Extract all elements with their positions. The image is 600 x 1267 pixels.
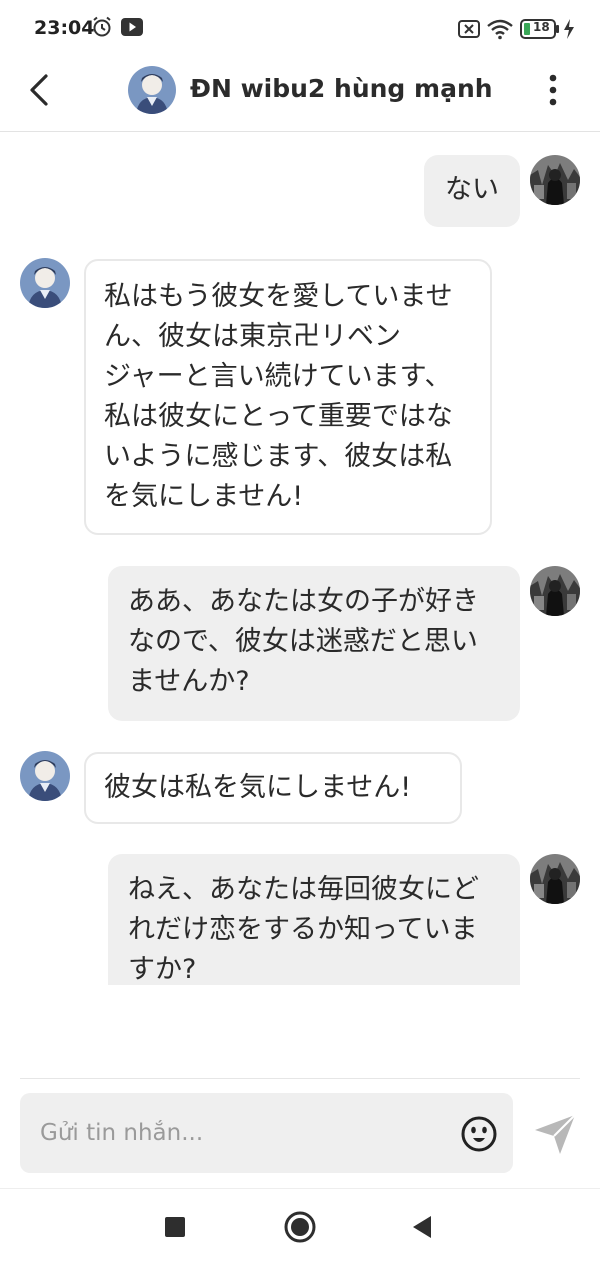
youtube-icon xyxy=(120,16,144,42)
message-line: れだけ恋をするか知っていま xyxy=(128,914,478,945)
message-composer xyxy=(20,1093,513,1173)
back-button[interactable] xyxy=(22,70,62,110)
outgoing-message[interactable]: ああ、あなたは女の子が好き なので、彼女は迷惑だと思い ませんか? xyxy=(108,566,520,721)
incoming-message[interactable]: 彼女は私を気にしません! xyxy=(84,752,462,824)
contact-message-avatar[interactable] xyxy=(20,258,70,308)
nav-recents-button[interactable] xyxy=(159,1211,191,1243)
message-input[interactable] xyxy=(40,1115,440,1151)
my-avatar[interactable] xyxy=(530,566,580,616)
message-line: 私はもう彼女を愛していませ xyxy=(104,281,453,312)
status-bar: 23:04 18 xyxy=(0,0,600,58)
message-line: ませんか? xyxy=(128,666,250,697)
chat-header: ĐN wibu2 hùng mạnh xyxy=(0,58,600,132)
system-nav-bar xyxy=(0,1188,600,1267)
alarm-icon xyxy=(92,16,112,42)
more-options-button[interactable] xyxy=(538,70,568,110)
contact-avatar[interactable] xyxy=(128,66,176,114)
message-line: なので、彼女は迷惑だと思い xyxy=(128,626,478,657)
battery-level: 18 xyxy=(533,20,550,34)
outgoing-message[interactable]: ない xyxy=(424,155,520,227)
nav-home-button[interactable] xyxy=(282,1209,318,1245)
more-vertical-icon xyxy=(549,74,557,106)
composer-divider xyxy=(20,1078,580,1079)
message-line: ああ、あなたは女の子が好き xyxy=(128,586,479,617)
contact-message-avatar[interactable] xyxy=(20,751,70,801)
emoji-button[interactable] xyxy=(461,1116,497,1152)
message-list[interactable]: ない 私はもう彼女を愛していませ ん、彼女は東京卍リベン ジャーと言い続けていま… xyxy=(0,133,600,985)
charging-icon xyxy=(563,18,575,44)
message-line: ねえ、あなたは毎回彼女にど xyxy=(128,874,479,905)
incoming-message[interactable]: 私はもう彼女を愛していませ ん、彼女は東京卍リベン ジャーと言い続けています、 … xyxy=(84,259,492,535)
message-line: 私は彼女にとって重要ではな xyxy=(104,401,453,432)
nav-home-icon xyxy=(284,1211,316,1243)
contact-name[interactable]: ĐN wibu2 hùng mạnh xyxy=(190,74,493,103)
my-avatar[interactable] xyxy=(530,854,580,904)
send-button[interactable] xyxy=(532,1112,578,1156)
message-line: ジャーと言い続けています、 xyxy=(104,361,452,392)
nav-back-button[interactable] xyxy=(405,1211,437,1243)
sim-off-icon xyxy=(458,20,480,42)
nav-recents-icon xyxy=(165,1217,185,1237)
my-avatar[interactable] xyxy=(530,155,580,205)
message-line: を気にしません! xyxy=(104,481,304,512)
message-line: すか? xyxy=(128,954,197,985)
wifi-icon xyxy=(486,18,514,44)
send-icon xyxy=(535,1114,576,1154)
back-arrow-icon xyxy=(30,74,48,106)
outgoing-message[interactable]: ねえ、あなたは毎回彼女にど れだけ恋をするか知っていま すか? xyxy=(108,854,520,985)
status-time: 23:04 xyxy=(34,17,95,39)
message-line: いように感じます、彼女は私 xyxy=(104,441,453,472)
nav-back-icon xyxy=(413,1216,431,1238)
emoji-icon xyxy=(461,1116,497,1152)
message-line: ん、彼女は東京卍リベン xyxy=(104,321,401,352)
